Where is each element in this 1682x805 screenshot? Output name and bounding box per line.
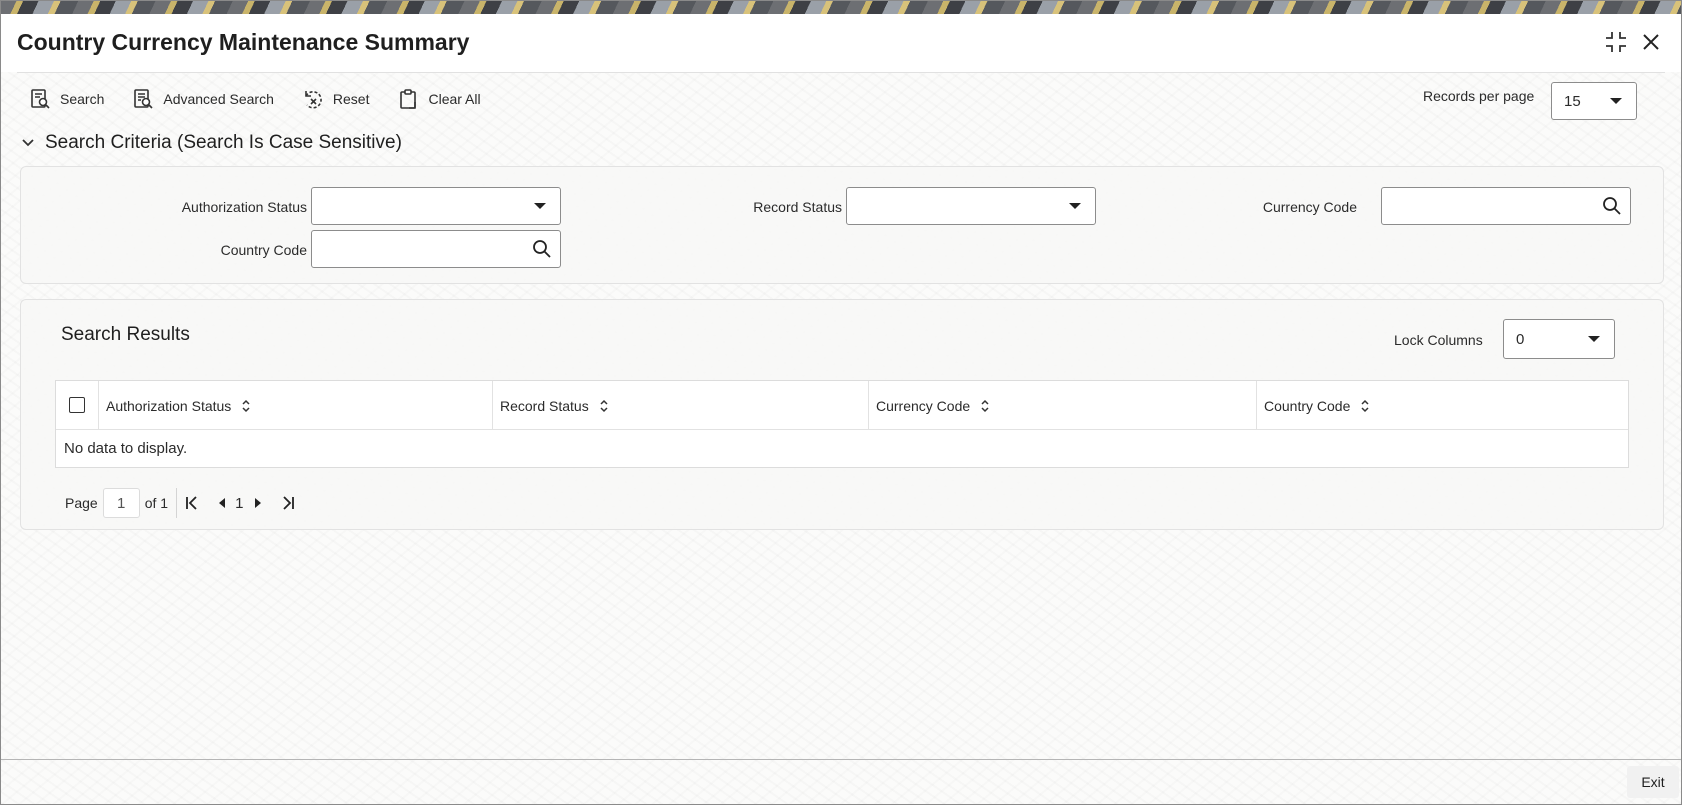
sort-icon: [1361, 399, 1369, 412]
search-criteria-title: Search Criteria (Search Is Case Sensitiv…: [45, 132, 402, 153]
lock-columns-select[interactable]: 0: [1503, 319, 1615, 359]
pager-divider: [176, 488, 178, 518]
chevron-down-icon: [22, 139, 34, 147]
search-results-panel: Search Results Lock Columns 0 Authorizat…: [20, 299, 1664, 530]
clear-all-button[interactable]: Clear All: [397, 85, 481, 113]
collapse-button[interactable]: [1601, 27, 1631, 57]
sort-icon: [600, 399, 608, 412]
advanced-search-button-label: Advanced Search: [163, 91, 274, 107]
magnifier-icon[interactable]: [1602, 196, 1622, 216]
page-count-label: of 1: [144, 495, 169, 511]
page-title: Country Currency Maintenance Summary: [17, 29, 470, 55]
reset-button-label: Reset: [332, 91, 370, 107]
clipboard-icon: [400, 89, 417, 109]
record-status-label: Record Status: [753, 199, 842, 215]
record-status-select[interactable]: [846, 187, 1096, 225]
sort-icon: [242, 399, 250, 412]
pagination: Page 1 of 1 1: [65, 488, 295, 518]
caret-left-icon: [219, 498, 226, 508]
column-header-record-status[interactable]: Record Status: [492, 381, 868, 430]
exit-button[interactable]: Exit: [1627, 766, 1679, 798]
records-per-page-value: 15: [1564, 92, 1581, 110]
reset-button[interactable]: Reset: [302, 85, 370, 113]
magnifier-icon[interactable]: [532, 239, 552, 259]
reset-icon: [305, 90, 322, 109]
country-code-field[interactable]: [311, 230, 561, 268]
page-number-input-value: 1: [117, 494, 126, 512]
search-doc-icon: [31, 89, 50, 109]
chevron-down-icon: [1610, 98, 1622, 104]
close-icon: [1643, 34, 1659, 50]
column-header-currency-code[interactable]: Currency Code: [868, 381, 1256, 430]
column-header-label: Currency Code: [876, 397, 971, 414]
table-header: Authorization Status Record Status Curre…: [56, 381, 1628, 430]
authorization-status-label: Authorization Status: [181, 199, 307, 215]
current-page-number[interactable]: 1: [235, 495, 243, 512]
lock-columns-value: 0: [1516, 330, 1525, 348]
column-header-country-code[interactable]: Country Code: [1256, 381, 1628, 430]
records-per-page-select[interactable]: 15: [1551, 82, 1637, 120]
first-page-button[interactable]: [185, 495, 199, 511]
column-header-label: Authorization Status: [106, 397, 232, 414]
currency-code-label: Currency Code: [1262, 199, 1357, 215]
chevron-down-icon: [1588, 336, 1600, 342]
chevron-down-icon: [534, 203, 546, 209]
select-all-checkbox[interactable]: [69, 397, 85, 413]
advanced-search-button[interactable]: Advanced Search: [132, 85, 274, 113]
chevron-down-icon: [1069, 203, 1081, 209]
column-header-label: Country Code: [1264, 397, 1351, 414]
next-page-button[interactable]: [253, 497, 263, 509]
page-label: Page: [65, 495, 98, 511]
search-button[interactable]: Search: [29, 85, 104, 113]
last-page-button[interactable]: [281, 495, 295, 511]
lock-columns-label: Lock Columns: [1394, 332, 1483, 348]
previous-page-button[interactable]: [217, 497, 227, 509]
records-per-page-label: Records per page: [1423, 88, 1535, 104]
advanced-search-icon: [134, 89, 153, 109]
currency-code-field[interactable]: [1381, 187, 1631, 225]
first-page-icon: [186, 496, 197, 510]
search-button-label: Search: [60, 91, 105, 107]
footer-divider: [1, 759, 1681, 760]
decorative-banner: [1, 1, 1681, 14]
sort-icon: [981, 399, 989, 412]
results-table: Authorization Status Record Status Curre…: [55, 380, 1629, 468]
collapse-icon: [1606, 32, 1626, 52]
column-header-authorization-status[interactable]: Authorization Status: [98, 381, 492, 430]
toolbar: Search Advanced Search Reset Clear All: [29, 85, 509, 113]
search-criteria-toggle[interactable]: Search Criteria (Search Is Case Sensitiv…: [21, 132, 402, 154]
last-page-icon: [283, 496, 295, 510]
page-number-input[interactable]: 1: [102, 488, 140, 518]
clear-all-button-label: Clear All: [428, 91, 481, 107]
close-button[interactable]: [1636, 27, 1666, 57]
authorization-status-select[interactable]: [311, 187, 561, 225]
column-header-label: Record Status: [500, 397, 589, 414]
app-window: Country Currency Maintenance Summary Sea…: [0, 0, 1682, 805]
search-results-title: Search Results: [61, 324, 190, 345]
caret-right-icon: [255, 498, 262, 508]
empty-table-message: No data to display.: [64, 440, 188, 457]
search-criteria-panel: Authorization Status Record Status Curre…: [20, 166, 1664, 284]
country-code-label: Country Code: [220, 242, 307, 258]
title-divider: [17, 72, 1665, 73]
